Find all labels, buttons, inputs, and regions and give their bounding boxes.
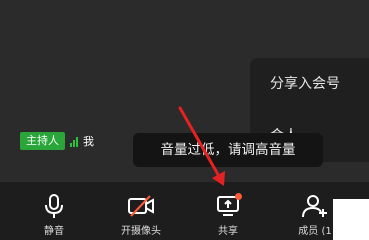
participant-tag: 主持人 我 — [20, 131, 94, 151]
overlay-block — [333, 199, 369, 240]
low-volume-toast: 音量过低，请调高音量 — [133, 133, 323, 167]
screen-share-icon — [213, 193, 243, 219]
signal-icon — [70, 136, 78, 147]
camera-label: 开摄像头 — [121, 226, 161, 237]
share-menu-item-share-meeting-id[interactable]: 分享入会号 — [250, 58, 369, 110]
add-member-icon — [300, 193, 330, 219]
meeting-toolbar: 静音 开摄像头 共享 成员 (1 — [0, 182, 369, 240]
camera-button[interactable]: 开摄像头 — [116, 182, 166, 240]
notification-dot — [235, 193, 242, 200]
share-button[interactable]: 共享 — [211, 182, 245, 240]
mute-label: 静音 — [44, 226, 64, 237]
host-badge: 主持人 — [20, 132, 65, 150]
camera-off-icon — [126, 193, 156, 219]
microphone-icon — [39, 193, 69, 219]
mute-button[interactable]: 静音 — [37, 182, 71, 240]
self-label: 我 — [83, 135, 94, 148]
members-button[interactable]: 成员 (1 — [292, 182, 338, 240]
share-label: 共享 — [218, 226, 238, 237]
members-label: 成员 (1 — [298, 226, 332, 237]
